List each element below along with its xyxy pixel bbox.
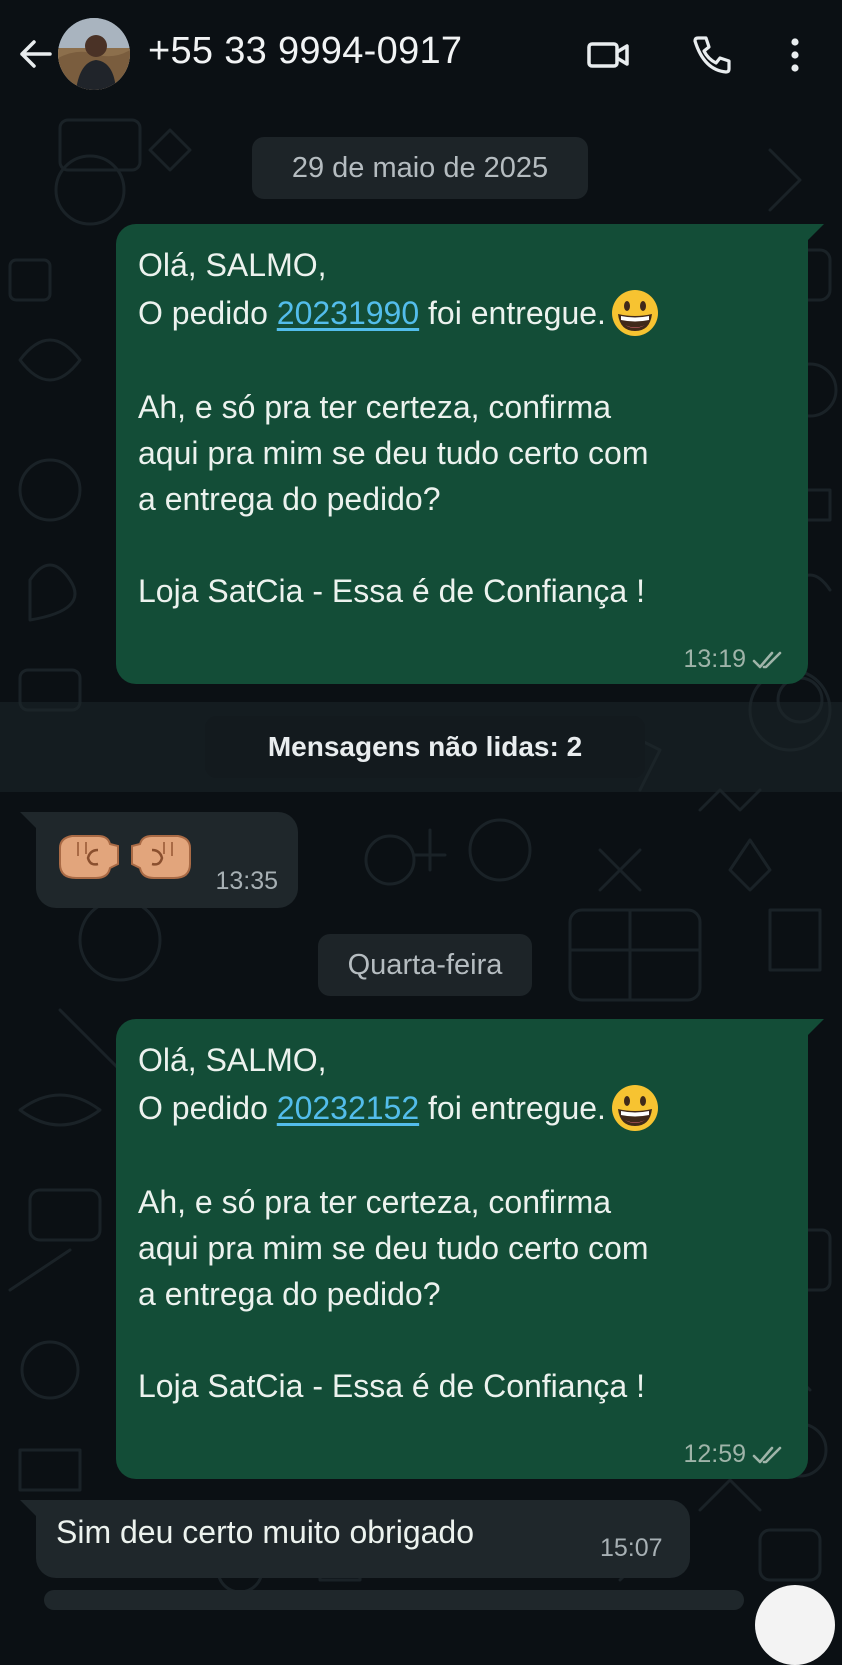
video-call-icon[interactable] [585,32,631,78]
message-time: 13:19 [683,645,746,673]
message-meta: 13:19 [683,645,786,674]
question-line: aqui pra mim se deu tudo certo com [138,435,649,471]
grinning-face-emoji [610,288,660,338]
avatar[interactable] [58,18,130,90]
outgoing-message[interactable]: Olá, SALMO, O pedido 20231990 foi entreg… [116,224,824,684]
message-text: Sim deu certo muito obrigado [56,1514,474,1550]
message-greeting: Olá, SALMO, [138,247,327,283]
kebab-menu-icon[interactable] [775,32,815,78]
scroll-down-button[interactable] [755,1585,835,1665]
double-check-icon [752,1446,782,1463]
order-number-link[interactable]: 20232152 [277,1085,419,1131]
question-line: Ah, e só pra ter certeza, confirma [138,1184,612,1220]
message-meta: 12:59 [683,1440,786,1469]
message-time: 13:35 [215,867,278,895]
chat-header: +55 33 9994-0917 [0,0,842,110]
arrow-left-icon[interactable] [16,35,54,73]
message-signature: Loja SatCia - Essa é de Confiança ! [138,1368,645,1404]
date-separator: Quarta-feira [318,934,532,996]
contact-name[interactable]: +55 33 9994-0917 [148,30,462,73]
question-line: Ah, e só pra ter certeza, confirma [138,389,612,425]
order-number-link[interactable]: 20231990 [277,290,419,336]
message-time: 15:07 [600,1534,663,1562]
incoming-message[interactable]: 13:35 [20,812,298,908]
double-check-icon [752,651,782,668]
incoming-message[interactable]: Sim deu certo muito obrigado 15:07 [20,1500,690,1578]
message-order-line: O pedido 20231990 foi entregue. [138,288,786,338]
unread-messages-label: Mensagens não lidas: 2 [205,716,645,778]
order-prefix: O pedido [138,295,268,331]
message-signature: Loja SatCia - Essa é de Confiança ! [138,573,645,609]
fist-bump-emoji [131,835,191,879]
phone-icon[interactable] [688,32,734,78]
question-line: aqui pra mim se deu tudo certo com [138,1230,649,1266]
order-prefix: O pedido [138,1090,268,1126]
message-time: 12:59 [683,1440,746,1468]
question-line: a entrega do pedido? [138,481,441,517]
message-order-line: O pedido 20232152 foi entregue. [138,1083,786,1133]
grinning-face-emoji [610,1083,660,1133]
order-suffix: foi entregue. [428,1090,606,1126]
message-greeting: Olá, SALMO, [138,1042,327,1078]
question-line: a entrega do pedido? [138,1276,441,1312]
outgoing-message[interactable]: Olá, SALMO, O pedido 20232152 foi entreg… [116,1019,824,1479]
fist-bump-emoji [59,835,119,879]
incoming-message[interactable] [44,1590,744,1610]
order-suffix: foi entregue. [428,295,606,331]
date-separator: 29 de maio de 2025 [252,137,588,199]
